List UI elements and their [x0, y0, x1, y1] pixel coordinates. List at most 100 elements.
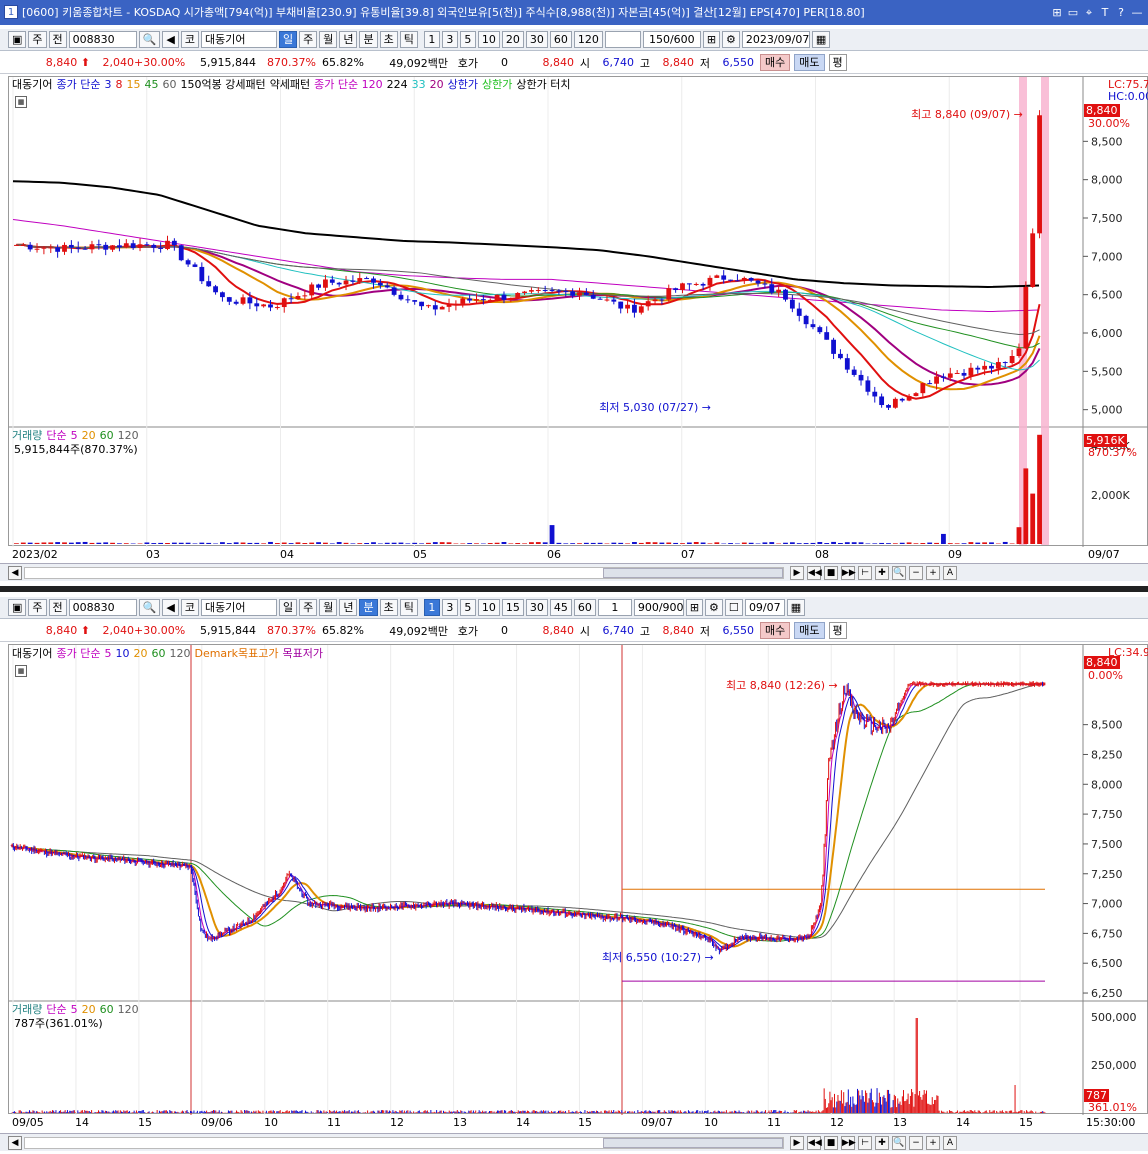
search-icon[interactable]: 🔍: [138, 599, 161, 616]
chart-tool-icon[interactable]: ⊞: [702, 31, 721, 48]
minimize-icon[interactable]: —: [1130, 6, 1144, 20]
rewind-icon[interactable]: ◀◀: [807, 565, 822, 580]
flat-button[interactable]: 평: [828, 54, 847, 71]
scroll-right-icon[interactable]: ▶: [790, 565, 804, 580]
calendar-icon[interactable]: ▦: [811, 31, 831, 48]
layout-icon[interactable]: ▣: [8, 31, 27, 48]
grid-icon[interactable]: ▦: [15, 665, 27, 677]
tab-interval-7[interactable]: 60: [573, 599, 596, 616]
tab-interval-0[interactable]: 1: [423, 599, 440, 616]
tab-period-2[interactable]: 월: [319, 31, 338, 48]
tab-period-5[interactable]: 초: [379, 31, 398, 48]
tab-interval-4[interactable]: 15: [501, 599, 524, 616]
forward-icon[interactable]: ▶▶: [841, 565, 856, 580]
buy-button[interactable]: 매수: [760, 622, 791, 639]
tab-interval-4[interactable]: 20: [501, 31, 524, 48]
type-select[interactable]: 주: [28, 31, 47, 48]
tab-interval-6[interactable]: 45: [549, 599, 572, 616]
calendar-icon[interactable]: ▦: [786, 599, 806, 616]
tab-period-4[interactable]: 분: [359, 599, 378, 616]
tab-interval-2[interactable]: 5: [459, 31, 476, 48]
tab-interval-3[interactable]: 10: [477, 599, 500, 616]
stock-code-input[interactable]: 008830: [68, 31, 137, 48]
bottom-scrollbar[interactable]: ◀ ▶ ◀◀ ■ ▶▶ ⊢ ✚ 🔍 − + A: [0, 1133, 1148, 1151]
plus-icon[interactable]: +: [926, 565, 940, 580]
top-chart-area[interactable]: 8,500 8,000 7,500 7,000 6,500 6,000 5,500 5,000…: [8, 76, 1148, 547]
tab-period-4[interactable]: 분: [359, 31, 378, 48]
tab-period-0[interactable]: 일: [278, 599, 298, 616]
top-scrollbar[interactable]: ◀ ▶ ◀◀ ■ ▶▶ ⊢ ✚ 🔍 − + A: [0, 563, 1148, 581]
checkbox-icon[interactable]: ☐: [724, 599, 743, 616]
font-icon[interactable]: T: [1098, 6, 1112, 20]
prev-button[interactable]: 전: [48, 599, 67, 616]
search-icon[interactable]: 🔍: [138, 31, 161, 48]
scroll-left-icon[interactable]: ◀: [8, 565, 22, 580]
tab-period-6[interactable]: 틱: [399, 599, 418, 616]
tab-period-0[interactable]: 일: [278, 31, 298, 48]
scroll-thumb[interactable]: [603, 1137, 783, 1148]
tab-period-3[interactable]: 년: [339, 31, 358, 48]
tab-period-1[interactable]: 주: [299, 31, 318, 48]
zoom-slider-icon[interactable]: ⊢: [858, 565, 872, 580]
interval-select[interactable]: 1: [597, 599, 632, 616]
plus-icon[interactable]: +: [926, 1135, 940, 1150]
minus-icon[interactable]: −: [909, 1135, 923, 1150]
scroll-track[interactable]: [24, 566, 784, 579]
grid-icon[interactable]: ▦: [15, 96, 27, 108]
sell-button[interactable]: 매도: [794, 54, 825, 71]
text-tool-icon[interactable]: A: [943, 565, 957, 580]
interval-select[interactable]: [604, 31, 641, 48]
count-input[interactable]: 900/900: [633, 599, 684, 616]
buy-button[interactable]: 매수: [760, 54, 791, 71]
volume-bar: [952, 1112, 954, 1113]
tab-interval-0[interactable]: 1: [423, 31, 440, 48]
tab-period-1[interactable]: 주: [299, 599, 318, 616]
crosshair-icon[interactable]: ✚: [875, 565, 889, 580]
bottom-chart-area[interactable]: 8,500 8,250 8,000 7,750 7,500 7,250 7,000 6,750…: [8, 644, 1148, 1115]
crosshair-icon[interactable]: ✚: [875, 1135, 889, 1150]
tab-interval-3[interactable]: 10: [477, 31, 500, 48]
tab-period-5[interactable]: 초: [379, 599, 398, 616]
rewind-icon[interactable]: ◀◀: [807, 1135, 822, 1150]
tab-period-3[interactable]: 년: [339, 599, 358, 616]
chart-tool-icon[interactable]: ⊞: [685, 599, 704, 616]
date-input[interactable]: 09/07: [744, 599, 785, 616]
stop-icon[interactable]: ■: [824, 565, 838, 580]
tab-interval-7[interactable]: 120: [573, 31, 603, 48]
tab-interval-5[interactable]: 30: [525, 31, 548, 48]
scroll-track[interactable]: [24, 1136, 784, 1149]
zoom-in-icon[interactable]: 🔍: [892, 565, 906, 580]
zoom-slider-icon[interactable]: ⊢: [858, 1135, 872, 1150]
forward-icon[interactable]: ▶▶: [841, 1135, 856, 1150]
tab-interval-1[interactable]: 3: [441, 599, 458, 616]
tab-interval-1[interactable]: 3: [441, 31, 458, 48]
restore-icon[interactable]: ▭: [1066, 6, 1080, 20]
help-icon[interactable]: ?: [1114, 6, 1128, 20]
layout-icon[interactable]: ▣: [8, 599, 27, 616]
tab-period-2[interactable]: 월: [319, 599, 338, 616]
type-select[interactable]: 주: [28, 599, 47, 616]
minus-icon[interactable]: −: [909, 565, 923, 580]
tool-icon[interactable]: ⚙: [722, 31, 740, 48]
speaker-icon[interactable]: ◀: [162, 31, 179, 48]
tab-interval-5[interactable]: 30: [525, 599, 548, 616]
scroll-left-icon[interactable]: ◀: [8, 1135, 22, 1150]
date-input[interactable]: 2023/09/07: [741, 31, 810, 48]
prev-button[interactable]: 전: [48, 31, 67, 48]
speaker-icon[interactable]: ◀: [162, 599, 179, 616]
count-input[interactable]: 150/600: [642, 31, 701, 48]
tool-icon[interactable]: ⚙: [705, 599, 723, 616]
scroll-right-icon[interactable]: ▶: [790, 1135, 804, 1150]
zoom-in-icon[interactable]: 🔍: [892, 1135, 906, 1150]
flat-button[interactable]: 평: [828, 622, 847, 639]
pin-icon[interactable]: ⌖: [1082, 6, 1096, 20]
text-tool-icon[interactable]: A: [943, 1135, 957, 1150]
tab-interval-6[interactable]: 60: [549, 31, 572, 48]
stock-code-input[interactable]: 008830: [68, 599, 137, 616]
stop-icon[interactable]: ■: [824, 1135, 838, 1150]
sell-button[interactable]: 매도: [794, 622, 825, 639]
scroll-thumb[interactable]: [603, 567, 783, 578]
tab-period-6[interactable]: 틱: [399, 31, 418, 48]
tile-icon[interactable]: ⊞: [1050, 6, 1064, 20]
tab-interval-2[interactable]: 5: [459, 599, 476, 616]
